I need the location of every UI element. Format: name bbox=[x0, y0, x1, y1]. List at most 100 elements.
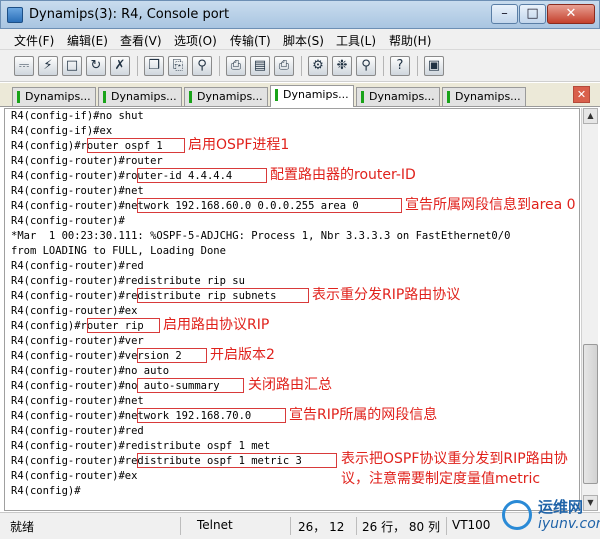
quick-connect-icon[interactable]: ⚡ bbox=[38, 56, 58, 76]
scrollbar-thumb[interactable] bbox=[583, 344, 598, 484]
annotation-redistribute-ospf: 表示把OSPF协议重分发到RIP路由协 bbox=[341, 451, 568, 467]
highlight-box bbox=[137, 288, 309, 303]
session-tab-strip: Dynamips... Dynamips... Dynamips... Dyna… bbox=[0, 83, 600, 107]
watermark-logo: 运维网 iyunv.com bbox=[498, 492, 600, 538]
minimize-button[interactable]: – bbox=[491, 4, 518, 24]
menu-help[interactable]: 帮助(H) bbox=[389, 32, 431, 49]
annotation-router-rip: 启用路由协议RIP bbox=[163, 317, 270, 333]
terminal-line: R4(config-router)#router bbox=[11, 155, 163, 167]
keymap-icon[interactable]: ⚲ bbox=[356, 56, 376, 76]
session-tab[interactable]: Dynamips... bbox=[356, 87, 440, 106]
toolbar-separator bbox=[301, 56, 302, 76]
session-tab-active[interactable]: Dynamips... bbox=[270, 85, 354, 107]
tab-status-marker bbox=[275, 89, 278, 101]
print-icon[interactable]: ⎙ bbox=[226, 56, 246, 76]
status-terminal-type: VT100 bbox=[452, 518, 491, 532]
annotation-ospf-process: 启用OSPF进程1 bbox=[188, 137, 290, 153]
status-protocol: Telnet bbox=[197, 518, 233, 532]
find-icon[interactable]: ⚲ bbox=[192, 56, 212, 76]
session-options-icon[interactable]: ⚙ bbox=[308, 56, 328, 76]
status-ready: 就绪 bbox=[10, 520, 35, 534]
toolbar-separator bbox=[383, 56, 384, 76]
extra-icon[interactable]: ▣ bbox=[424, 56, 444, 76]
annotation-no-auto-summary: 关闭路由汇总 bbox=[248, 377, 332, 393]
highlight-box bbox=[137, 378, 244, 393]
annotation-rip-network: 宣告RIP所属的网段信息 bbox=[289, 407, 438, 423]
terminal-line: R4(config-router)#net bbox=[11, 185, 144, 197]
status-cursor-position: 26， 12 bbox=[298, 520, 345, 534]
annotation-redistribute-rip: 表示重分发RIP路由协议 bbox=[312, 287, 461, 303]
connect-tab-icon[interactable]: □ bbox=[62, 56, 82, 76]
annotation-ospf-network: 宣告所属网段信息到area 0 bbox=[405, 197, 576, 213]
window-title: Dynamips(3): R4, Console port bbox=[29, 7, 230, 22]
watermark-name: 运维网 bbox=[538, 498, 584, 516]
paste-icon[interactable]: ⎘ bbox=[168, 56, 188, 76]
close-button[interactable]: ✕ bbox=[547, 4, 595, 24]
terminal-line: R4(config-router)# bbox=[11, 215, 125, 227]
highlight-box bbox=[137, 168, 267, 183]
menu-edit[interactable]: 编辑(E) bbox=[67, 32, 108, 49]
tab-status-marker bbox=[189, 91, 192, 103]
terminal-line: R4(config-router)#redistribute ospf 1 me… bbox=[11, 440, 271, 452]
reconnect-icon[interactable]: ↻ bbox=[86, 56, 106, 76]
scroll-up-arrow-icon[interactable]: ▲ bbox=[583, 108, 598, 124]
session-tab[interactable]: Dynamips... bbox=[184, 87, 268, 106]
connect-icon[interactable]: ⎓ bbox=[14, 56, 34, 76]
terminal-line: R4(config-if)#no shut bbox=[11, 110, 144, 122]
toolbar-separator bbox=[219, 56, 220, 76]
menu-tools[interactable]: 工具(L) bbox=[336, 32, 376, 49]
terminal-line: R4(config-router)#no auto bbox=[11, 365, 170, 377]
copy-icon[interactable]: ❐ bbox=[144, 56, 164, 76]
print-setup-icon[interactable]: ▤ bbox=[250, 56, 270, 76]
securecrt-app-icon bbox=[7, 7, 23, 23]
session-tab[interactable]: Dynamips... bbox=[12, 87, 96, 106]
highlight-box bbox=[87, 138, 185, 153]
status-divider bbox=[356, 517, 357, 535]
tab-status-marker bbox=[17, 91, 20, 103]
menu-view[interactable]: 查看(V) bbox=[120, 32, 162, 49]
terminal-line: R4(config-router)#red bbox=[11, 260, 144, 272]
watermark-domain: iyunv.com bbox=[538, 516, 600, 532]
annotation-metric-note: 议，注意需要制定度量值metric bbox=[341, 471, 541, 487]
status-divider bbox=[290, 517, 291, 535]
highlight-box bbox=[137, 198, 402, 213]
tab-status-marker bbox=[361, 91, 364, 103]
menu-script[interactable]: 脚本(S) bbox=[283, 32, 324, 49]
terminal-line: R4(config-router)#ver bbox=[11, 335, 144, 347]
global-options-icon[interactable]: ❉ bbox=[332, 56, 352, 76]
printer-icon[interactable]: ⎙ bbox=[274, 56, 294, 76]
menu-options[interactable]: 选项(O) bbox=[174, 32, 217, 49]
session-tab[interactable]: Dynamips... bbox=[442, 87, 526, 106]
annotation-router-id: 配置路由器的router-ID bbox=[270, 167, 416, 183]
session-tab[interactable]: Dynamips... bbox=[98, 87, 182, 106]
title-bar: Dynamips(3): R4, Console port – □ ✕ bbox=[0, 0, 600, 29]
terminal-line: R4(config-if)#ex bbox=[11, 125, 113, 137]
vertical-scrollbar[interactable]: ▲ ▼ bbox=[581, 108, 598, 511]
toolbar: ⎓ ⚡ □ ↻ ✗ ❐ ⎘ ⚲ ⎙ ▤ ⎙ ⚙ ❉ ⚲ ? ▣ bbox=[0, 50, 600, 82]
disconnect-icon[interactable]: ✗ bbox=[110, 56, 130, 76]
maximize-button[interactable]: □ bbox=[519, 4, 546, 24]
help-icon[interactable]: ? bbox=[390, 56, 410, 76]
terminal-line: *Mar 1 00:23:30.111: %OSPF-5-ADJCHG: Pro… bbox=[11, 230, 511, 242]
menu-bar: 文件(F) 编辑(E) 查看(V) 选项(O) 传输(T) 脚本(S) 工具(L… bbox=[0, 29, 600, 50]
terminal-line: R4(config-router)#redistribute rip su bbox=[11, 275, 245, 287]
watermark-circle-icon bbox=[502, 500, 532, 530]
status-divider bbox=[446, 517, 447, 535]
tab-status-marker bbox=[447, 91, 450, 103]
terminal-line: R4(config-router)#ex bbox=[11, 305, 138, 317]
highlight-box bbox=[137, 453, 337, 468]
terminal-line: from LOADING to FULL, Loading Done bbox=[11, 245, 226, 257]
close-tab-button[interactable]: ✕ bbox=[573, 86, 590, 103]
terminal-line: R4(config-router)#red bbox=[11, 425, 144, 437]
menu-file[interactable]: 文件(F) bbox=[14, 32, 54, 49]
highlight-box bbox=[137, 408, 286, 423]
terminal-screen[interactable]: R4(config-if)#no shut R4(config-if)#ex R… bbox=[4, 108, 580, 511]
highlight-box bbox=[137, 348, 207, 363]
highlight-box bbox=[87, 318, 160, 333]
toolbar-separator bbox=[137, 56, 138, 76]
status-terminal-size: 26 行， 80 列 bbox=[362, 520, 440, 534]
status-divider bbox=[180, 517, 181, 535]
menu-transfer[interactable]: 传输(T) bbox=[230, 32, 271, 49]
tab-status-marker bbox=[103, 91, 106, 103]
terminal-line: R4(config-router)#net bbox=[11, 395, 144, 407]
